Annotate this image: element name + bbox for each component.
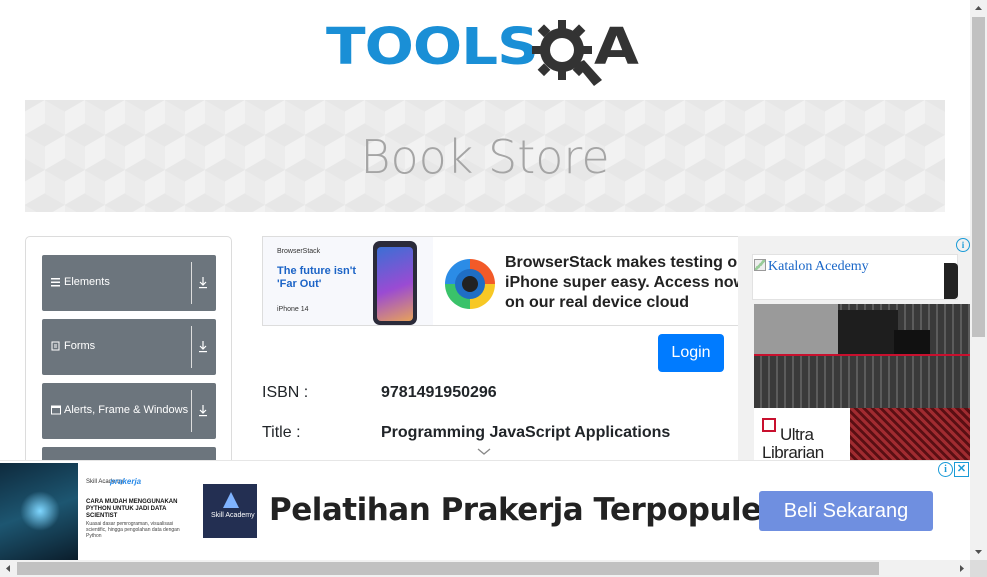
window-icon xyxy=(51,403,61,417)
form-icon xyxy=(51,339,61,353)
broken-image-icon xyxy=(754,259,766,271)
vertical-scrollbar[interactable] xyxy=(970,0,987,560)
ad-info-icon[interactable]: i xyxy=(956,238,970,252)
ad-tagline: The future isn't 'Far Out' xyxy=(277,265,357,290)
toolsqa-logo[interactable]: TOOLS A xyxy=(326,16,651,90)
poster-headline: CARA MUDAH MENGGUNAKAN PYTHON UNTUK JADI… xyxy=(86,499,178,519)
download-arrow-icon[interactable] xyxy=(196,401,210,419)
hamburger-icon xyxy=(51,275,61,289)
scroll-up-arrow-icon[interactable] xyxy=(970,0,987,17)
left-panel: Elements Forms Alerts, Frame & Windows xyxy=(25,236,232,503)
ultra-line2: Librarian xyxy=(762,443,824,461)
poster-subtext: Kuasai dasar pemrograman, visualisasi sc… xyxy=(86,521,180,539)
ad-dark-block xyxy=(944,263,958,299)
browserstack-ad[interactable]: BrowserStack The future isn't 'Far Out' … xyxy=(262,236,742,326)
page-banner: Book Store xyxy=(25,100,945,212)
ad-thumbnail xyxy=(0,463,78,560)
sidebar-group-elements[interactable]: Elements xyxy=(42,255,216,311)
isbn-label: ISBN : xyxy=(262,384,309,401)
scroll-right-arrow-icon[interactable] xyxy=(953,560,970,577)
ad-brand: BrowserStack xyxy=(277,248,321,255)
red-board-image xyxy=(850,408,970,460)
ad-poster: Skill Academy prakerja CARA MUDAH MENGGU… xyxy=(80,471,192,553)
login-button[interactable]: Login xyxy=(658,334,724,372)
poster-prakerja: prakerja xyxy=(110,477,142,486)
logo-text-tools: TOOLS xyxy=(326,16,539,77)
horizontal-scrollbar[interactable] xyxy=(0,560,970,577)
ad-creative: BrowserStack The future isn't 'Far Out' … xyxy=(263,237,433,325)
ultra-librarian-text: Ultra Librarian xyxy=(762,425,824,461)
vertical-scroll-thumb[interactable] xyxy=(972,17,985,337)
skill-academy-logo: Skill Academy xyxy=(203,484,257,538)
logo-text-a: A xyxy=(594,16,639,77)
title-label: Title : xyxy=(262,424,301,441)
scroll-down-arrow-icon[interactable] xyxy=(970,543,987,560)
scrollbar-corner xyxy=(970,560,987,577)
divider xyxy=(191,390,192,432)
sidebar-group-forms[interactable]: Forms xyxy=(42,319,216,375)
ad-phone-caption: iPhone 14 xyxy=(277,306,309,313)
ultra-line1: Ultra xyxy=(780,425,814,444)
skill-academy-logo-text: Skill Academy xyxy=(211,512,255,519)
beli-sekarang-button[interactable]: Beli Sekarang xyxy=(759,491,933,531)
ad-headline[interactable]: Pelatihan Prakerja Terpopuler xyxy=(269,491,777,529)
close-ad-icon[interactable]: ✕ xyxy=(954,462,969,477)
sidebar-group-label: Alerts, Frame & Windows xyxy=(64,404,189,416)
prakerja-bottom-ad[interactable]: Skill Academy prakerja CARA MUDAH MENGGU… xyxy=(0,460,970,560)
sidebar-group-label: Forms xyxy=(64,340,96,352)
isbn-value: 9781491950296 xyxy=(381,384,497,401)
browserstack-logo-icon xyxy=(445,259,495,309)
katalon-ad[interactable]: i Katalon Acedemy Ultra Librarian xyxy=(738,236,970,460)
sidebar-group-alerts-frame-windows[interactable]: Alerts, Frame & Windows xyxy=(42,383,216,439)
title-value: Programming JavaScript Applications xyxy=(381,424,671,441)
broken-image-alt[interactable]: Katalon Acedemy xyxy=(754,258,869,276)
download-arrow-icon[interactable] xyxy=(196,273,210,291)
sidebar-group-label: Elements xyxy=(64,276,110,288)
page-viewport: TOOLS A Book Store Elements Forms Alerts… xyxy=(0,0,970,560)
scroll-left-arrow-icon[interactable] xyxy=(0,560,17,577)
divider xyxy=(191,262,192,304)
circuit-board-image xyxy=(754,304,970,408)
divider xyxy=(191,326,192,368)
page-title: Book Store xyxy=(360,130,610,184)
ad-copy: BrowserStack makes testing on iPhone sup… xyxy=(505,254,742,311)
chevron-down-icon[interactable] xyxy=(476,445,492,457)
adchoices-icon[interactable]: i xyxy=(938,462,953,477)
horizontal-scroll-thumb[interactable] xyxy=(17,562,879,575)
phone-image xyxy=(373,241,417,325)
download-arrow-icon[interactable] xyxy=(196,337,210,355)
alt-text: Katalon Acedemy xyxy=(768,259,869,274)
